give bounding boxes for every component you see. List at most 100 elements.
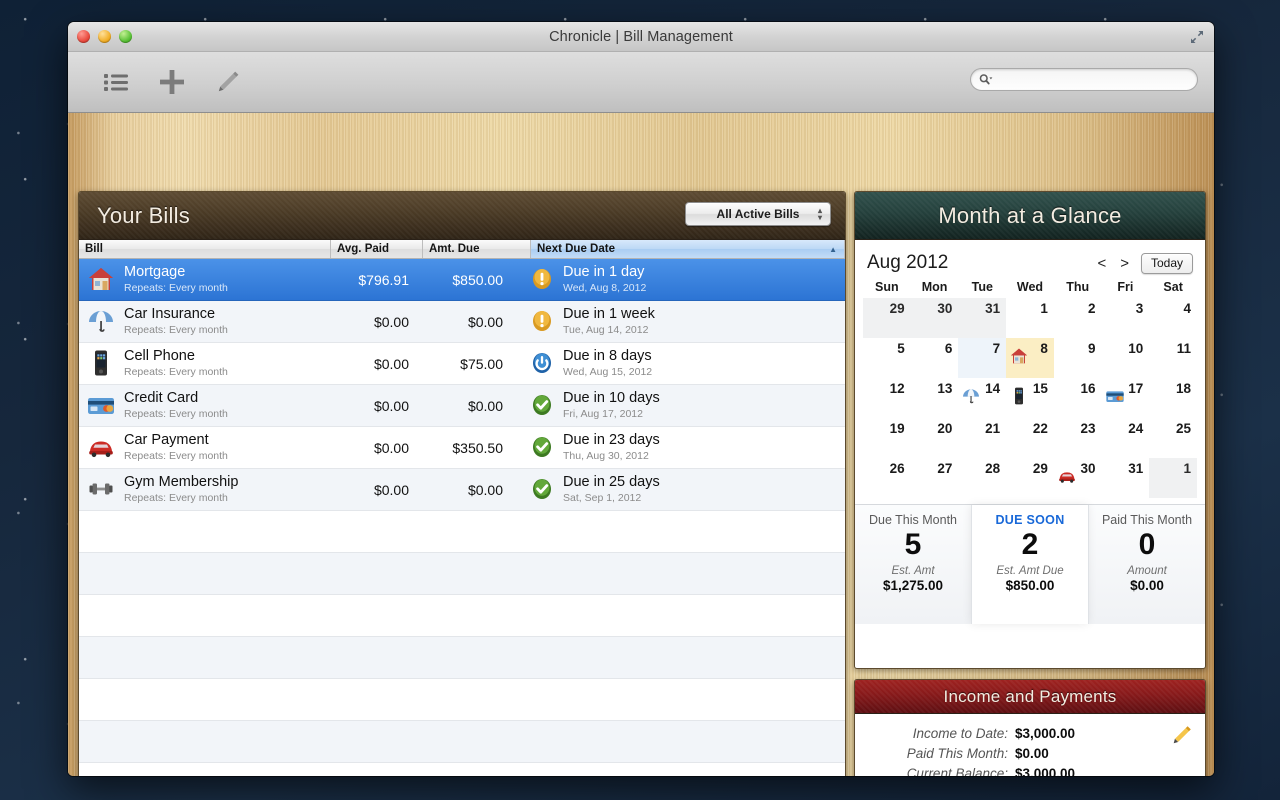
day-number: 31 <box>985 301 1001 316</box>
amt-due-cell: $0.00 <box>467 397 503 414</box>
calendar-day[interactable]: 24 <box>1102 418 1150 458</box>
your-bills-header: Your Bills All Active Bills ▴ ▾ <box>79 192 845 240</box>
calendar-day[interactable]: 23 <box>1054 418 1102 458</box>
calendar-day[interactable]: 29 <box>863 298 911 338</box>
calendar-day[interactable]: 7 <box>958 338 1007 378</box>
column-amt-due[interactable]: Amt. Due <box>423 240 531 258</box>
phone-icon <box>1009 386 1029 406</box>
warning-icon <box>533 269 551 290</box>
table-row[interactable]: Car Payment Repeats: Every month $0.00 $… <box>79 427 845 469</box>
bill-repeat: Repeats: Every month <box>124 366 228 379</box>
calendar-day[interactable]: 16 <box>1054 378 1102 418</box>
calendar-day[interactable]: 13 <box>911 378 959 418</box>
calendar-nav: < > Today <box>1095 252 1193 274</box>
bill-repeat: Repeats: Every month <box>124 492 228 505</box>
weekday-label: Thu <box>1066 280 1090 294</box>
column-bill[interactable]: Bill <box>79 240 331 258</box>
search-field[interactable] <box>970 68 1198 91</box>
calendar-day[interactable]: 4 <box>1149 298 1197 338</box>
house-icon <box>1009 346 1029 366</box>
due-date: Sat, Sep 1, 2012 <box>563 492 642 505</box>
table-row[interactable]: Car Insurance Repeats: Every month $0.00… <box>79 301 845 343</box>
calendar-day[interactable]: 11 <box>1149 338 1197 378</box>
calendar-day[interactable]: 9 <box>1054 338 1102 378</box>
bill-repeat: Repeats: Every month <box>124 324 228 337</box>
stat-count: 0 <box>1138 528 1156 561</box>
calendar-day[interactable]: 6 <box>911 338 959 378</box>
status-badge <box>531 478 553 500</box>
calendar-day[interactable]: 12 <box>863 378 911 418</box>
calendar-grid[interactable]: 29 30 31 1 2 3 4 5 6 7 8 9 10 11 12 13 14 15 16 17 18 19 20 21 2… <box>863 298 1197 498</box>
calendar-day[interactable]: 1 <box>1006 298 1054 338</box>
bills-list[interactable]: Mortgage Repeats: Every month $796.91 $8… <box>79 259 845 776</box>
calendar-day[interactable]: 8 <box>1006 338 1054 378</box>
table-row[interactable]: Credit Card Repeats: Every month $0.00 $… <box>79 385 845 427</box>
income-value: $0.00 <box>1015 746 1049 761</box>
edit-income-button[interactable] <box>1171 724 1193 746</box>
column-avg-paid[interactable]: Avg. Paid <box>331 240 423 258</box>
calendar-day[interactable]: 31 <box>958 298 1007 338</box>
calendar-day[interactable]: 14 <box>958 378 1006 418</box>
list-view-button[interactable] <box>88 60 144 104</box>
prev-month-button[interactable]: < <box>1095 255 1108 272</box>
edit-bill-button[interactable] <box>200 60 256 104</box>
calendar-day[interactable]: 25 <box>1149 418 1197 458</box>
day-number: 9 <box>1088 341 1096 356</box>
next-due-cell: Due in 10 days Fri, Aug 17, 2012 <box>531 390 845 420</box>
calendar-day[interactable]: 27 <box>911 458 959 498</box>
toolbar-buttons <box>88 60 256 104</box>
calendar-day[interactable]: 19 <box>863 418 911 458</box>
empty-row <box>79 679 845 721</box>
income-value: $3,000.00 <box>1015 726 1076 741</box>
calendar-header: Month at a Glance <box>855 192 1205 240</box>
table-row[interactable]: Cell Phone Repeats: Every month $0.00 $7… <box>79 343 845 385</box>
recurring-icon <box>533 353 551 374</box>
status-badge <box>531 268 553 290</box>
next-month-button[interactable]: > <box>1118 255 1131 272</box>
calendar-day[interactable]: 26 <box>863 458 911 498</box>
calendar-day[interactable]: 18 <box>1149 378 1197 418</box>
weekday-label: Mon <box>921 280 948 294</box>
today-button[interactable]: Today <box>1140 252 1193 274</box>
car-icon <box>86 432 116 462</box>
calendar-body: Aug 2012 < > Today Sun Mon Tue Wed Thu Fri Sat… <box>855 240 1205 498</box>
empty-row <box>79 511 845 553</box>
avg-paid-cell: $0.00 <box>373 313 409 330</box>
bill-name: Car Payment <box>124 432 209 449</box>
column-next-due-date[interactable]: Next Due Date ▲ <box>531 240 845 258</box>
day-number: 30 <box>1080 461 1096 476</box>
table-row[interactable]: Gym Membership Repeats: Every month $0.0… <box>79 469 845 511</box>
bill-filter-select[interactable]: All Active Bills ▴ ▾ <box>685 202 831 226</box>
calendar-day[interactable]: 2 <box>1054 298 1102 338</box>
calendar-day[interactable]: 21 <box>958 418 1006 458</box>
calendar-day[interactable]: 1 <box>1149 458 1197 498</box>
add-bill-button[interactable] <box>144 60 200 104</box>
avg-paid-cell: $0.00 <box>373 397 409 414</box>
stat-sublabel: Est. Amt Due <box>996 564 1064 577</box>
pencil-icon <box>1173 726 1191 744</box>
calendar-day[interactable]: 5 <box>863 338 911 378</box>
calendar-day[interactable]: 17 <box>1102 378 1150 418</box>
day-number: 4 <box>1183 301 1191 316</box>
month-at-a-glance-panel: Month at a Glance Aug 2012 < > Today Sun… <box>854 191 1206 669</box>
day-number: 1 <box>1040 301 1048 316</box>
income-row: Income to Date: $3,000.00 <box>869 726 1191 741</box>
calendar-day[interactable]: 20 <box>911 418 959 458</box>
calendar-day[interactable]: 3 <box>1102 298 1150 338</box>
calendar-day[interactable]: 10 <box>1102 338 1150 378</box>
calendar-day[interactable]: 28 <box>958 458 1006 498</box>
calendar-day[interactable]: 15 <box>1006 378 1054 418</box>
avg-paid-cell: $796.91 <box>358 271 409 288</box>
chevron-down-icon <box>989 77 993 80</box>
calendar-day[interactable]: 30 <box>910 298 959 338</box>
calendar-day[interactable]: 29 <box>1006 458 1054 498</box>
expand-arrows-icon[interactable] <box>1188 28 1206 46</box>
stat-count: 2 <box>1021 528 1039 561</box>
calendar-day[interactable]: 22 <box>1006 418 1054 458</box>
table-row[interactable]: Mortgage Repeats: Every month $796.91 $8… <box>79 259 845 301</box>
bill-name: Car Insurance <box>124 306 216 323</box>
calendar-day[interactable]: 31 <box>1102 458 1150 498</box>
calendar-day[interactable]: 30 <box>1054 458 1102 498</box>
search-input[interactable] <box>996 72 1189 87</box>
bills-column-header: Bill Avg. Paid Amt. Due Next Due Date ▲ <box>79 240 845 259</box>
